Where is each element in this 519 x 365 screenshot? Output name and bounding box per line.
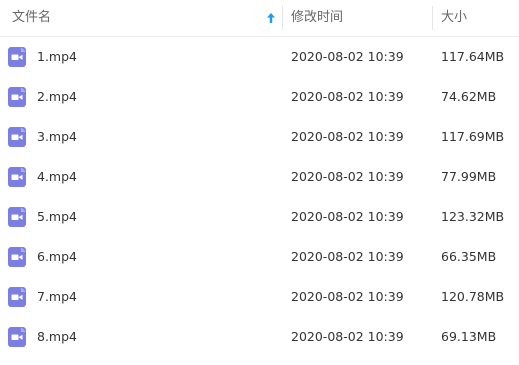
file-row[interactable]: 8.mp4 2020-08-02 10:39 69.13MB: [0, 317, 519, 357]
file-size: 117.64MB: [441, 49, 505, 64]
video-file-icon: [8, 127, 26, 147]
file-size: 77.99MB: [441, 169, 497, 184]
file-name[interactable]: 1.mp4: [37, 37, 77, 77]
column-header-name[interactable]: 文件名: [0, 0, 282, 36]
video-file-icon: [8, 87, 26, 107]
file-modified-time: 2020-08-02 10:39: [291, 49, 404, 64]
file-row[interactable]: 2.mp4 2020-08-02 10:39 74.62MB: [0, 77, 519, 117]
file-name[interactable]: 2.mp4: [37, 77, 77, 117]
file-name[interactable]: 8.mp4: [37, 317, 77, 357]
video-file-icon: [8, 47, 26, 67]
file-row[interactable]: 7.mp4 2020-08-02 10:39 120.78MB: [0, 277, 519, 317]
file-size: 74.62MB: [441, 89, 497, 104]
video-file-icon: [8, 207, 26, 227]
file-name[interactable]: 6.mp4: [37, 237, 77, 277]
file-list: 文件名 修改时间 大小 1.mp4 2020-08-02 10:39 117.6…: [0, 0, 519, 365]
file-row[interactable]: 4.mp4 2020-08-02 10:39 77.99MB: [0, 157, 519, 197]
file-modified-time: 2020-08-02 10:39: [291, 329, 404, 344]
file-modified-time: 2020-08-02 10:39: [291, 289, 404, 304]
file-size: 120.78MB: [441, 289, 505, 304]
file-size: 123.32MB: [441, 209, 505, 224]
file-row[interactable]: 1.mp4 2020-08-02 10:39 117.64MB: [0, 37, 519, 77]
file-name[interactable]: 3.mp4: [37, 117, 77, 157]
file-size: 69.13MB: [441, 329, 497, 344]
file-row[interactable]: 6.mp4 2020-08-02 10:39 66.35MB: [0, 237, 519, 277]
column-header-modified[interactable]: 修改时间: [282, 0, 432, 36]
file-size: 117.69MB: [441, 129, 505, 144]
video-file-icon: [8, 247, 26, 267]
video-file-icon: [8, 327, 26, 347]
column-header-name-label: 文件名: [12, 10, 52, 25]
video-file-icon: [8, 287, 26, 307]
arrow-up-icon[interactable]: [266, 12, 276, 24]
file-modified-time: 2020-08-02 10:39: [291, 89, 404, 104]
column-header-row: 文件名 修改时间 大小: [0, 0, 519, 37]
file-rows: 1.mp4 2020-08-02 10:39 117.64MB 2.mp4 20…: [0, 37, 519, 357]
file-row[interactable]: 3.mp4 2020-08-02 10:39 117.69MB: [0, 117, 519, 157]
column-header-size-label: 大小: [441, 10, 468, 25]
column-header-modified-label: 修改时间: [291, 10, 344, 25]
file-size: 66.35MB: [441, 249, 497, 264]
file-modified-time: 2020-08-02 10:39: [291, 209, 404, 224]
file-name[interactable]: 5.mp4: [37, 197, 77, 237]
file-row[interactable]: 5.mp4 2020-08-02 10:39 123.32MB: [0, 197, 519, 237]
file-modified-time: 2020-08-02 10:39: [291, 249, 404, 264]
column-header-size[interactable]: 大小: [432, 0, 519, 36]
file-name[interactable]: 7.mp4: [37, 277, 77, 317]
file-modified-time: 2020-08-02 10:39: [291, 169, 404, 184]
file-modified-time: 2020-08-02 10:39: [291, 129, 404, 144]
file-name[interactable]: 4.mp4: [37, 157, 77, 197]
video-file-icon: [8, 167, 26, 187]
